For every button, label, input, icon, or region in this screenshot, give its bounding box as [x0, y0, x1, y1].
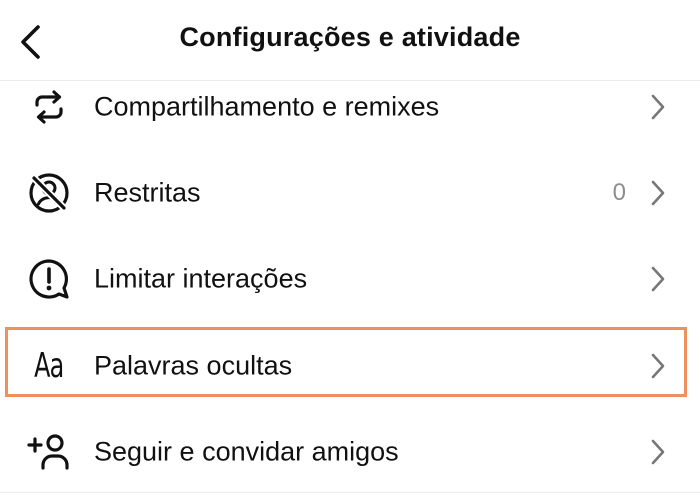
- page-title: Configurações e atividade: [179, 22, 521, 52]
- list-item-sharing-remixes[interactable]: Compartilhamento e remixes: [0, 64, 700, 150]
- add-person-icon: [24, 427, 74, 477]
- chevron-right-icon: [648, 92, 668, 122]
- list-item-hidden-words[interactable]: Aa Palavras ocultas: [0, 323, 700, 409]
- repost-arrows-icon: [24, 82, 74, 132]
- list-item-label: Limitar interações: [94, 263, 308, 294]
- limit-interactions-icon: [24, 254, 74, 304]
- list-item-limit-interactions[interactable]: Limitar interações: [0, 236, 700, 322]
- list-item-restricted[interactable]: Restritas 0: [0, 150, 700, 236]
- list-item-label: Palavras ocultas: [94, 350, 293, 381]
- list-item-follow-invite-friends[interactable]: Seguir e convidar amigos: [0, 409, 700, 495]
- list-item-label: Restritas: [94, 177, 201, 208]
- aa-text-icon: Aa: [24, 341, 74, 391]
- chevron-right-icon: [648, 264, 668, 294]
- aa-icon-glyph: Aa: [34, 346, 64, 386]
- divider: [0, 492, 700, 493]
- restricted-count-badge: 0: [612, 179, 626, 206]
- restricted-user-icon: [24, 168, 74, 218]
- chevron-right-icon: [648, 178, 668, 208]
- chevron-right-icon: [648, 351, 668, 381]
- list-item-label: Seguir e convidar amigos: [94, 436, 399, 467]
- chevron-right-icon: [648, 437, 668, 467]
- list-item-label: Compartilhamento e remixes: [94, 91, 440, 122]
